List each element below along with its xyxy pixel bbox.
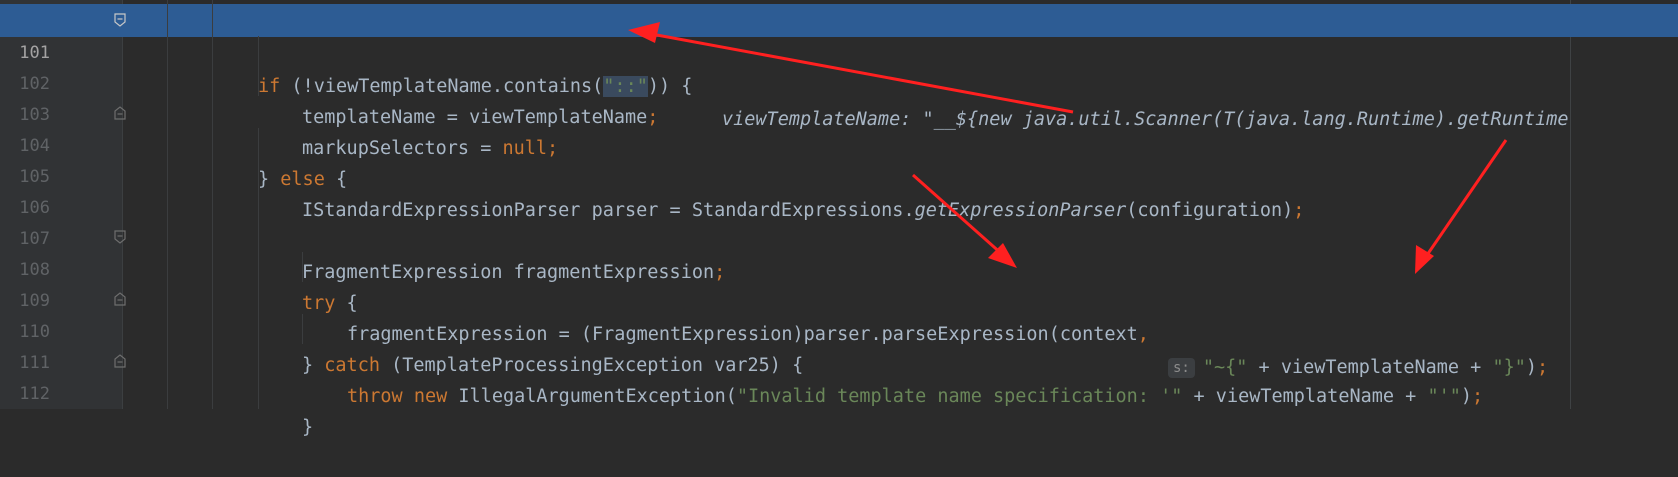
code-line-103[interactable]: 103 markupSelectors = null; [0,66,1678,159]
code-editor[interactable]: 101 if (!viewTemplateName.contains("::")… [0,0,1678,438]
fold-end-icon[interactable] [114,354,126,368]
indent-guide [258,128,259,409]
code-text: } [302,417,314,438]
fold-collapse-icon[interactable] [114,13,126,27]
code-line-105[interactable]: 105 IStandardExpressionParser parser = S… [0,128,1678,221]
code-line-106[interactable]: 106 [0,159,1678,218]
code-line-111[interactable]: 111 throw new IllegalArgumentException("… [0,314,1678,407]
code-text: throw new IllegalArgumentException("Inva… [347,386,1484,407]
indent-guide [258,36,259,96]
fold-collapse-icon[interactable] [114,230,126,244]
fold-end-icon[interactable] [114,106,126,120]
fold-end-icon[interactable] [114,292,126,306]
code-line-104[interactable]: 104 } else { [0,97,1678,190]
indent-guide [302,252,303,282]
indent-guide [302,314,303,344]
code-line-101[interactable]: 101 if (!viewTemplateName.contains("::")… [0,4,1678,130]
code-line-109[interactable]: 109 fragmentExpression = (FragmentExpres… [0,252,1678,378]
code-line-110[interactable]: 110 } catch (TemplateProcessingException… [0,283,1678,376]
code-line-112[interactable]: 112 } [0,345,1678,438]
code-line-108[interactable]: 108 try { [0,221,1678,314]
line-number: 112 [19,384,50,404]
indent-guide [167,0,168,409]
indent-guide [212,0,213,409]
code-line-107[interactable]: 107 FragmentExpression fragmentExpressio… [0,190,1678,283]
code-line-102[interactable]: 102 templateName = viewTemplateName; [0,35,1678,128]
